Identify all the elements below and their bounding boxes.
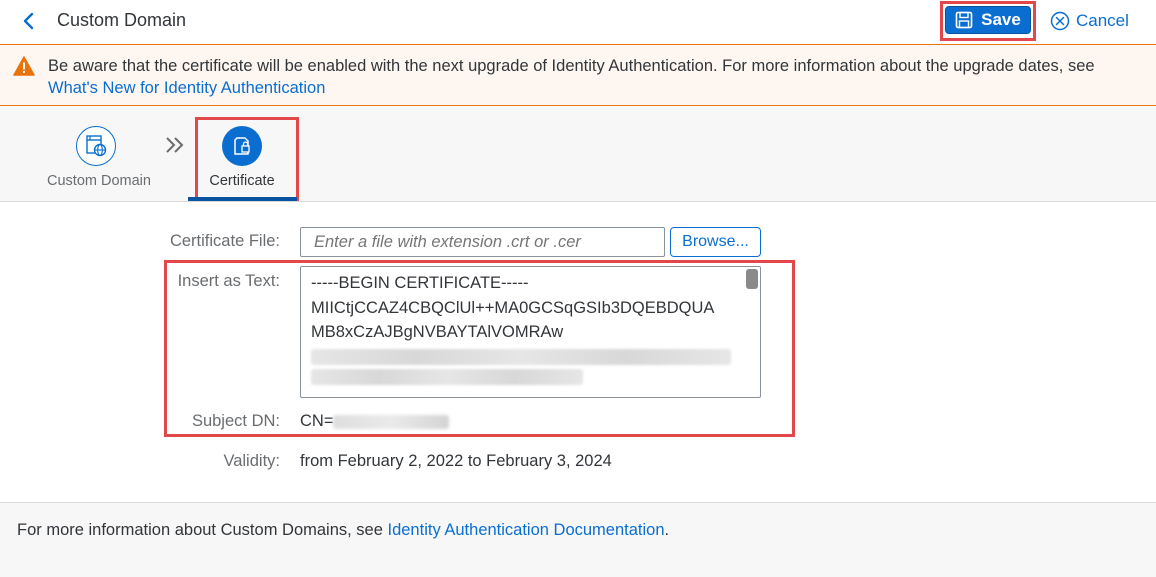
cancel-button[interactable]: Cancel <box>1050 8 1129 34</box>
wizard-step-custom-domain[interactable] <box>76 126 116 166</box>
redacted-value <box>333 414 450 429</box>
footer-text: For more information about Custom Domain… <box>17 521 669 540</box>
validity-label: Validity: <box>223 452 280 470</box>
warning-icon <box>13 56 35 76</box>
subject-dn-label: Subject DN: <box>191 412 280 430</box>
double-chevron-right-icon <box>166 137 184 153</box>
certificate-file-label: Certificate File: <box>169 232 280 250</box>
wizard-step-certificate-label: Certificate <box>209 173 275 189</box>
redacted-line <box>311 348 731 365</box>
certificate-line: MB8xCzAJBgNVBAYTAlVOMRAw <box>311 323 564 341</box>
wizard-progress-bar: Custom Domain Certificate <box>0 107 1156 202</box>
footer-suffix: . <box>664 521 670 539</box>
subject-dn-prefix: CN= <box>300 412 334 430</box>
certificate-line: MIICtjCCAZ4CBQClUl++MA0GCSqGSIb3DQEBDQUA <box>311 298 715 317</box>
warning-message-strip: Be aware that the certificate will be en… <box>0 44 1156 106</box>
chevron-left-icon <box>23 12 34 30</box>
page-title: Custom Domain <box>57 10 187 30</box>
footer-message: For more information about Custom Domain… <box>17 521 388 539</box>
globe-document-icon <box>86 135 107 157</box>
wizard-step-custom-domain-label: Custom Domain <box>47 173 151 189</box>
documentation-link[interactable]: Identity Authentication Documentation <box>388 521 665 539</box>
footer: For more information about Custom Domain… <box>0 502 1156 577</box>
active-step-indicator <box>188 197 297 201</box>
save-icon <box>955 11 973 29</box>
cancel-label: Cancel <box>1076 11 1129 30</box>
certificate-file-input[interactable] <box>300 227 665 257</box>
save-button[interactable]: Save <box>945 6 1031 34</box>
certificate-text-area[interactable]: -----BEGIN CERTIFICATE----- MIICtjCCAZ4C… <box>300 266 761 398</box>
cancel-icon <box>1050 11 1070 31</box>
subject-dn-value: CN= <box>300 412 450 431</box>
whats-new-link[interactable]: What's New for Identity Authentication <box>48 79 325 97</box>
back-button[interactable] <box>16 9 40 33</box>
warning-message: Be aware that the certificate will be en… <box>48 57 1095 75</box>
warning-text: Be aware that the certificate will be en… <box>48 55 1143 99</box>
certificate-lock-icon <box>234 137 250 155</box>
wizard-step-certificate[interactable] <box>222 126 262 166</box>
validity-value: from February 2, 2022 to February 3, 202… <box>300 452 612 470</box>
scrollbar[interactable] <box>746 269 758 289</box>
page-header: Custom Domain Save Cancel <box>0 0 1156 42</box>
certificate-line: -----BEGIN CERTIFICATE----- <box>311 274 529 292</box>
browse-button[interactable]: Browse... <box>670 227 761 257</box>
insert-as-text-label: Insert as Text: <box>177 272 280 290</box>
redacted-line <box>311 368 583 385</box>
save-label: Save <box>981 10 1021 29</box>
